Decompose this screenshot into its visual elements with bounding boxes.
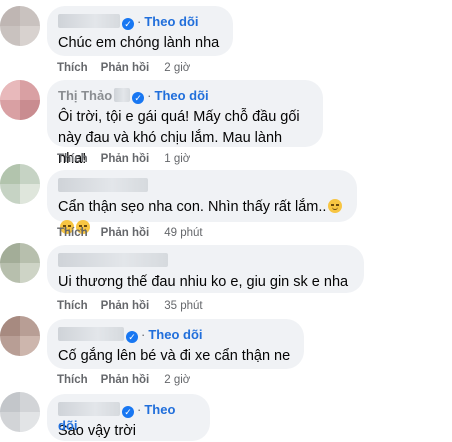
comment-bubble: Cẩn thận sẹo nha con. Nhìn thấy rất lắm.…	[47, 170, 357, 234]
verified-badge-icon: ✓	[126, 331, 138, 343]
comment-text: Chúc em chóng lành nha	[58, 35, 220, 51]
follow-link[interactable]: Theo dõi	[155, 88, 209, 103]
reply-link[interactable]: Phản hồi	[101, 153, 150, 165]
comment-actions: Thích Phản hồi 1 giờ	[57, 152, 203, 166]
follow-link[interactable]: Theo dõi	[148, 327, 202, 342]
comment-bubble: ✓ · Theo dõi Chúc em chóng lành nha	[47, 6, 233, 56]
avatar[interactable]	[0, 316, 40, 356]
comment-timestamp[interactable]: 35 phút	[164, 300, 202, 312]
reply-link[interactable]: Phản hồi	[101, 227, 150, 239]
comment-bubble: ✓ · Theo dõi Cố gắng lên bé và đi xe cẩn t…	[47, 319, 304, 369]
comment-author-row	[58, 178, 345, 194]
avatar[interactable]	[0, 6, 40, 46]
comment-timestamp[interactable]: 2 giờ	[164, 374, 190, 386]
comment-text: Cố gắng lên bé và đi xe cẩn thận ne	[58, 348, 291, 364]
reply-link[interactable]: Phản hồi	[101, 374, 150, 386]
avatar[interactable]	[0, 164, 40, 204]
author-name-redacted[interactable]	[58, 327, 124, 341]
author-name-redacted[interactable]	[58, 14, 120, 28]
comment-author-row	[58, 253, 352, 269]
comment-author-row: Thị Thảo ✓ · Theo dõi	[58, 88, 311, 104]
avatar[interactable]	[0, 80, 40, 120]
comment-author-row: ✓ · Theo dõi	[58, 327, 292, 343]
comment-timestamp[interactable]: 2 giờ	[164, 62, 190, 74]
dot-separator: ·	[147, 88, 152, 103]
author-name-partial[interactable]: Thị Thảo	[58, 88, 112, 103]
comment-bubble: Ui thương thế đau nhiu ko e, giu gin sk …	[47, 245, 364, 293]
comment-text: Cẩn thận sẹo nha con. Nhìn thấy rất lắm.…	[58, 199, 327, 215]
follow-link[interactable]: Theo dõi	[144, 14, 198, 29]
comment-timestamp[interactable]: 49 phút	[164, 227, 202, 239]
comment-actions: Thích Phản hồi 2 giờ	[57, 373, 203, 387]
like-link[interactable]: Thích	[57, 300, 88, 312]
comment-bubble: ✓ · Theo dõi Sao vậy trời	[47, 394, 210, 441]
verified-badge-icon: ✓	[132, 92, 145, 104]
comment-author-row: ✓ · Theo dõi	[58, 14, 221, 30]
comment-bubble: Thị Thảo ✓ · Theo dõi Ôi trời, tội e gái qu…	[47, 80, 323, 167]
dot-separator: ·	[137, 14, 142, 29]
comment-timestamp[interactable]: 1 giờ	[164, 153, 190, 165]
comment-author-row: ✓ · Theo dõi	[58, 402, 198, 433]
like-link[interactable]: Thích	[57, 227, 88, 239]
comment-text: Sao vậy trời	[58, 423, 137, 439]
author-name-redacted[interactable]	[58, 178, 148, 192]
pensive-face-icon	[328, 199, 343, 213]
reply-link[interactable]: Phản hồi	[101, 300, 150, 312]
comment-actions: Thích Phản hồi 2 giờ	[57, 61, 203, 75]
verified-badge-icon: ✓	[122, 406, 134, 418]
reply-link[interactable]: Phản hồi	[101, 62, 150, 74]
author-name-redacted[interactable]	[114, 88, 131, 102]
avatar[interactable]	[0, 392, 40, 432]
author-name-redacted[interactable]	[58, 253, 168, 267]
comment-actions: Thích Phản hồi 35 phút	[57, 299, 216, 313]
dot-separator: ·	[141, 327, 146, 342]
like-link[interactable]: Thích	[57, 374, 88, 386]
dot-separator: ·	[137, 402, 142, 417]
verified-badge-icon: ✓	[122, 18, 134, 30]
author-name-redacted[interactable]	[58, 402, 120, 416]
comment-text: Ui thương thế đau nhiu ko e, giu gin sk …	[58, 274, 349, 290]
like-link[interactable]: Thích	[57, 62, 88, 74]
like-link[interactable]: Thích	[57, 153, 88, 165]
avatar[interactable]	[0, 243, 40, 283]
comment-actions: Thích Phản hồi 49 phút	[57, 226, 216, 240]
